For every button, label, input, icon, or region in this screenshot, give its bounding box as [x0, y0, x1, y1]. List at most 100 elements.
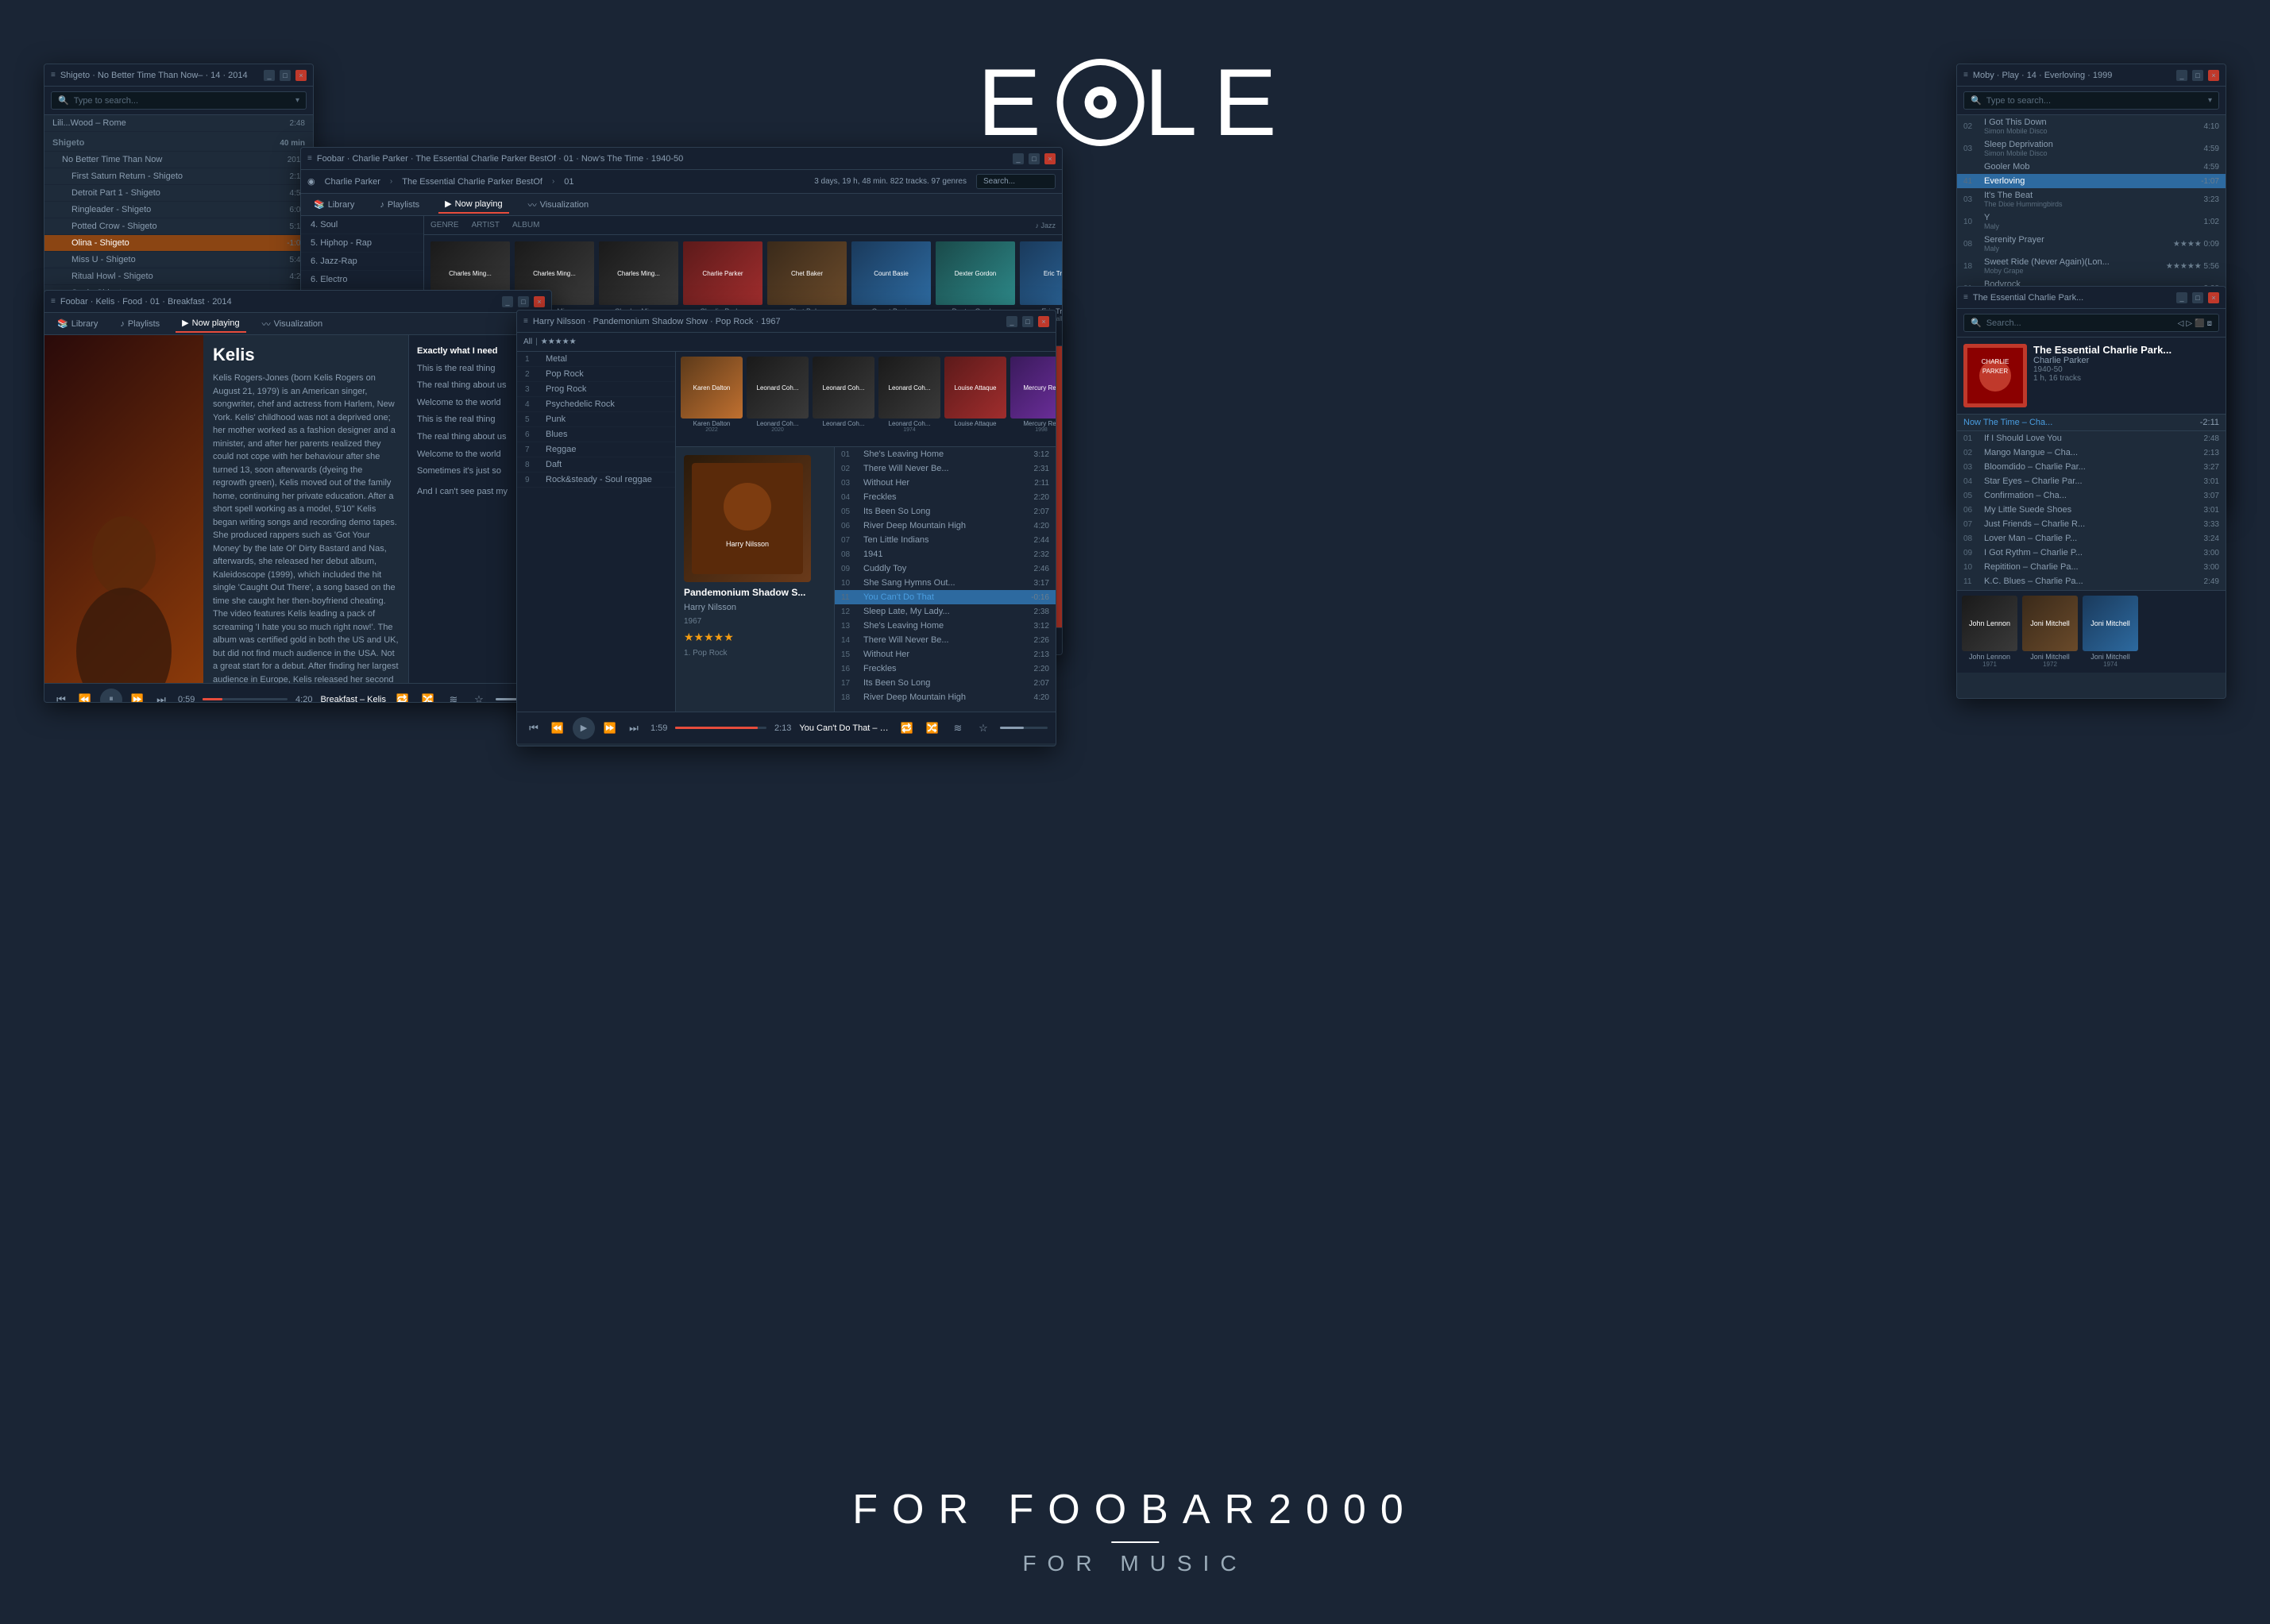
pandemonium-track-row[interactable]: 05 Its Been So Long 2:07	[835, 504, 1056, 519]
compact-track-np[interactable]: 04 Star Eyes – Charlie Par... 3:01	[1957, 474, 2226, 488]
genre-album-thumb[interactable]: Leonard Coh... Leonard Coh...	[813, 357, 874, 442]
playlist-item[interactable]: Shigeto40 min	[44, 132, 313, 152]
close-btn-genre[interactable]: ×	[1038, 316, 1049, 327]
filter-genre[interactable]: GENRE	[430, 221, 459, 230]
ctrl-icon-np2[interactable]: ▷	[2186, 319, 2192, 328]
prev-btn-genre[interactable]: ⏮	[525, 719, 542, 737]
np-album-thumb[interactable]: John Lennon John Lennon 1971	[1962, 596, 2017, 668]
genre-list-item-4[interactable]: 5Punk	[517, 412, 675, 427]
play-btn-genre[interactable]: ▶	[573, 717, 595, 739]
compact-track-moby[interactable]: 03 It's The Beat The Dixie Hummingbirds …	[1957, 188, 2226, 210]
ctrl-icon-np3[interactable]: ⬛	[2195, 319, 2204, 328]
minimize-btn[interactable]: _	[264, 70, 275, 81]
star-btn-kelis[interactable]: ☆	[470, 691, 488, 704]
fwd-btn-genre[interactable]: ⏩	[601, 719, 619, 737]
tab-viz-cp[interactable]: 〰 Visualization	[522, 195, 596, 214]
genre-album-thumb[interactable]: Leonard Coh... Leonard Coh... 2020	[747, 357, 809, 442]
close-btn-moby[interactable]: ×	[2208, 70, 2219, 81]
compact-track-np[interactable]: 08 Lover Man – Charlie P... 3:24	[1957, 531, 2226, 546]
filter-artist[interactable]: ARTIST	[472, 221, 500, 230]
maximize-btn-nowplaying[interactable]: □	[2192, 292, 2203, 303]
compact-track-moby[interactable]: Gooler Mob 4:59	[1957, 160, 2226, 174]
genre-list-item-8[interactable]: 9Rock&steady - Soul reggae	[517, 473, 675, 488]
playlist-item[interactable]: Detroit Part 1 - Shigeto4:52	[44, 185, 313, 202]
pandemonium-track-row[interactable]: 04 Freckles 2:20	[835, 490, 1056, 504]
fwd-btn-kelis[interactable]: ⏩	[129, 691, 146, 704]
playlist-item[interactable]: Lili...Wood – Rome2:48	[44, 115, 313, 132]
compact-track-moby[interactable]: 41 Everloving -1:07	[1957, 174, 2226, 188]
tab-library-cp[interactable]: 📚 Library	[307, 196, 361, 213]
compact-track-np[interactable]: 06 My Little Suede Shoes 3:01	[1957, 503, 2226, 517]
rwd-btn-kelis[interactable]: ⏪	[76, 691, 94, 704]
np-album-thumb[interactable]: Joni Mitchell Joni Mitchell 1972	[2022, 596, 2078, 668]
tab-nowplaying-kelis[interactable]: ▶ Now playing	[176, 314, 245, 333]
compact-track-np[interactable]: 03 Bloomdido – Charlie Par... 3:27	[1957, 460, 2226, 474]
rwd-btn-genre[interactable]: ⏪	[549, 719, 566, 737]
maximize-btn-moby[interactable]: □	[2192, 70, 2203, 81]
compact-track-np[interactable]: 09 I Got Rythm – Charlie P... 3:00	[1957, 546, 2226, 560]
compact-track-np[interactable]: 11 K.C. Blues – Charlie Pa... 2:49	[1957, 574, 2226, 588]
prev-btn-kelis[interactable]: ⏮	[52, 691, 70, 704]
genre-filter-all[interactable]: All	[523, 338, 532, 346]
tab-playlists-kelis[interactable]: ♪ Playlists	[114, 316, 166, 332]
playlist-item[interactable]: No Better Time Than Now2013	[44, 152, 313, 168]
pandemonium-track-row[interactable]: 02 There Will Never Be... 2:31	[835, 461, 1056, 476]
pandemonium-track-row[interactable]: 17 Its Been So Long 2:07	[835, 676, 1056, 690]
compact-track-np[interactable]: 02 Mango Mangue – Cha... 2:13	[1957, 446, 2226, 460]
genre-album-thumb[interactable]: Mercury Rev Mercury Rev 1998	[1010, 357, 1056, 442]
minimize-btn-genre[interactable]: _	[1006, 316, 1017, 327]
play-btn-kelis[interactable]: ⏸	[100, 689, 122, 704]
tab-viz-kelis[interactable]: 〰 Visualization	[256, 314, 330, 334]
playlist-item[interactable]: Ringleader - Shigeto6:01	[44, 202, 313, 218]
genre-list-item-3[interactable]: 4Psychedelic Rock	[517, 397, 675, 412]
pandemonium-track-row[interactable]: 18 River Deep Mountain High 4:20	[835, 690, 1056, 704]
pandemonium-track-row[interactable]: 01 She's Leaving Home 3:12	[835, 447, 1056, 461]
next-btn-kelis[interactable]: ⏭	[152, 691, 170, 704]
tab-library-kelis[interactable]: 📚 Library	[51, 315, 104, 332]
genre-album-thumb[interactable]: Louise Attaque Louise Attaque	[944, 357, 1006, 442]
compact-track-np[interactable]: 05 Confirmation – Cha... 3:07	[1957, 488, 2226, 503]
genre-list-item-7[interactable]: 8Daft	[517, 457, 675, 473]
search-box-nowplaying[interactable]: 🔍 Search... ◁ ▷ ⬛ ⧈	[1963, 314, 2219, 332]
pandemonium-track-row[interactable]: 15 Without Her 2:13	[835, 647, 1056, 662]
ctrl-icon-np[interactable]: ◁	[2178, 319, 2184, 328]
volume-slider-genre[interactable]	[1000, 727, 1048, 729]
genre-album-thumb[interactable]: Leonard Coh... Leonard Coh... 1974	[878, 357, 940, 442]
search-box-moby[interactable]: 🔍 Type to search... ▾	[1963, 91, 2219, 110]
genre-list-item-2[interactable]: 3Prog Rock	[517, 382, 675, 397]
playlist-item[interactable]: Olina - Shigeto-1:06	[44, 235, 313, 252]
tab-playlists-cp[interactable]: ♪ Playlists	[373, 197, 426, 213]
genre-item-0[interactable]: 4. Soul	[301, 216, 423, 234]
pandemonium-track-row[interactable]: 16 Freckles 2:20	[835, 662, 1056, 676]
compact-track-np[interactable]: 10 Repitition – Charlie Pa... 3:00	[1957, 560, 2226, 574]
genre-item-1[interactable]: 5. Hiphop - Rap	[301, 234, 423, 253]
pandemonium-track-row[interactable]: 12 Sleep Late, My Lady... 2:38	[835, 604, 1056, 619]
tab-nowplaying-cp[interactable]: ▶ Now playing	[438, 195, 508, 214]
compact-track-moby[interactable]: 08 Serenity Prayer Maly ★★★★ 0:09	[1957, 233, 2226, 255]
genre-list-item-6[interactable]: 7Reggae	[517, 442, 675, 457]
progress-track-genre[interactable]	[675, 727, 766, 729]
playlist-item[interactable]: First Saturn Return - Shigeto2:14	[44, 168, 313, 185]
compact-track-moby[interactable]: 18 Sweet Ride (Never Again)(Lon... Moby …	[1957, 255, 2226, 277]
pandemonium-track-row[interactable]: 14 There Will Never Be... 2:26	[835, 633, 1056, 647]
pandemonium-track-row[interactable]: 09 Cuddly Toy 2:46	[835, 561, 1056, 576]
genre-list-item-0[interactable]: 1Metal	[517, 352, 675, 367]
progress-track-kelis[interactable]	[203, 698, 288, 700]
close-btn-nowplaying[interactable]: ×	[2208, 292, 2219, 303]
next-btn-genre[interactable]: ⏭	[625, 719, 643, 737]
minimize-btn-moby[interactable]: _	[2176, 70, 2187, 81]
search-box-shigeto[interactable]: 🔍 Type to search... ▾	[51, 91, 307, 110]
genre-filter-stars[interactable]: ★★★★★	[541, 338, 577, 346]
star-btn-genre[interactable]: ☆	[975, 719, 992, 737]
compact-track-moby[interactable]: 03 Sleep Deprivation Simon Mobile Disco …	[1957, 137, 2226, 160]
genre-list-item-1[interactable]: 2Pop Rock	[517, 367, 675, 382]
shuffle-btn-genre[interactable]: 🔀	[924, 719, 941, 737]
pandemonium-track-row[interactable]: 03 Without Her 2:11	[835, 476, 1056, 490]
search-main-cp[interactable]: Search...	[976, 174, 1056, 189]
pandemonium-track-row[interactable]: 10 She Sang Hymns Out... 3:17	[835, 576, 1056, 590]
genre-item-2[interactable]: 6. Jazz-Rap	[301, 253, 423, 271]
repeat-btn-genre[interactable]: 🔁	[898, 719, 916, 737]
playlist-item[interactable]: Miss U - Shigeto5:42	[44, 252, 313, 268]
repeat-btn-kelis[interactable]: 🔁	[394, 691, 411, 704]
filter-album[interactable]: ALBUM	[512, 221, 539, 230]
